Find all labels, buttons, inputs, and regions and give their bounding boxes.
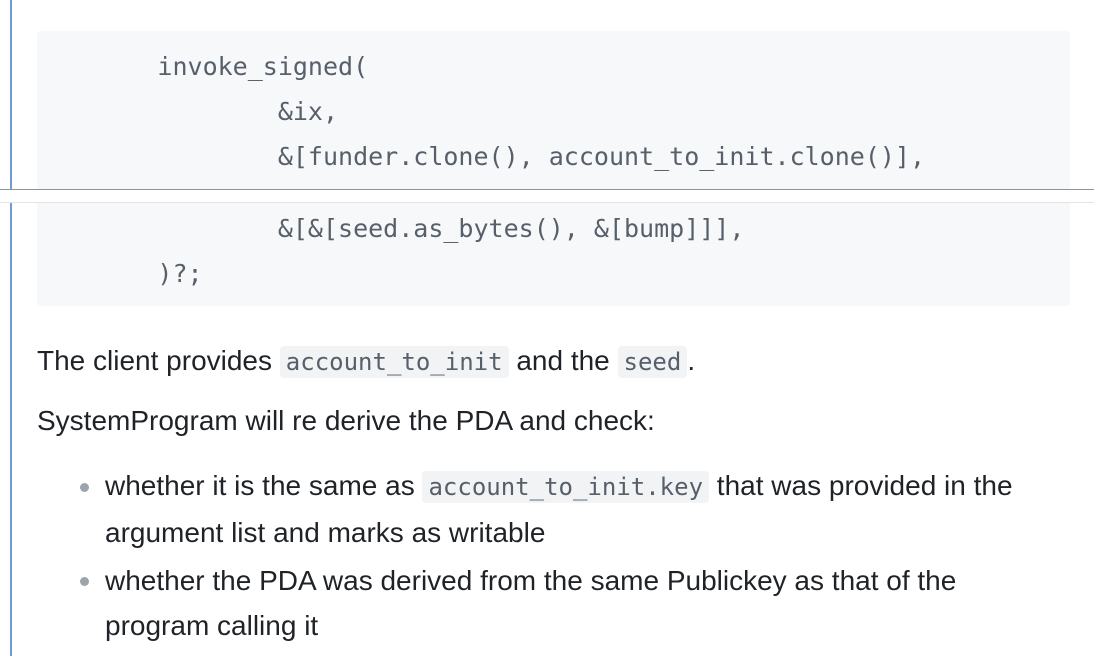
list-item: whether it is the same as account_to_ini…: [105, 463, 1065, 555]
paragraph-text: and the: [508, 345, 618, 376]
paragraph-client-provides: The client provides account_to_init and …: [37, 343, 695, 380]
bullet-dot-icon: [80, 577, 89, 586]
paragraph-text: The client provides: [37, 345, 280, 376]
code-line: invoke_signed(: [37, 52, 369, 81]
page-break-divider: [0, 189, 1094, 203]
inline-code-account-to-init: account_to_init: [279, 346, 509, 378]
list-item: whether the PDA was derived from the sam…: [105, 565, 957, 641]
inline-code-seed: seed: [617, 346, 688, 378]
bullet-dot-icon: [80, 483, 89, 492]
code-line: &[funder.clone(), account_to_init.clone(…: [37, 142, 926, 171]
code-block: invoke_signed( &ix, &[funder.clone(), ac…: [37, 31, 1070, 306]
paragraph-system-program: SystemProgram will re derive the PDA and…: [37, 405, 655, 436]
code-line: &ix,: [37, 97, 339, 126]
inline-code-account-to-init-key: account_to_init.key: [422, 471, 710, 503]
code-line: &[&[seed.as_bytes(), &[bump]]],: [37, 214, 745, 243]
paragraph-text: .: [687, 345, 696, 376]
left-border-rule: [10, 0, 12, 656]
list-item-text: whether it is the same as: [105, 470, 423, 501]
code-line: )?;: [37, 259, 203, 288]
